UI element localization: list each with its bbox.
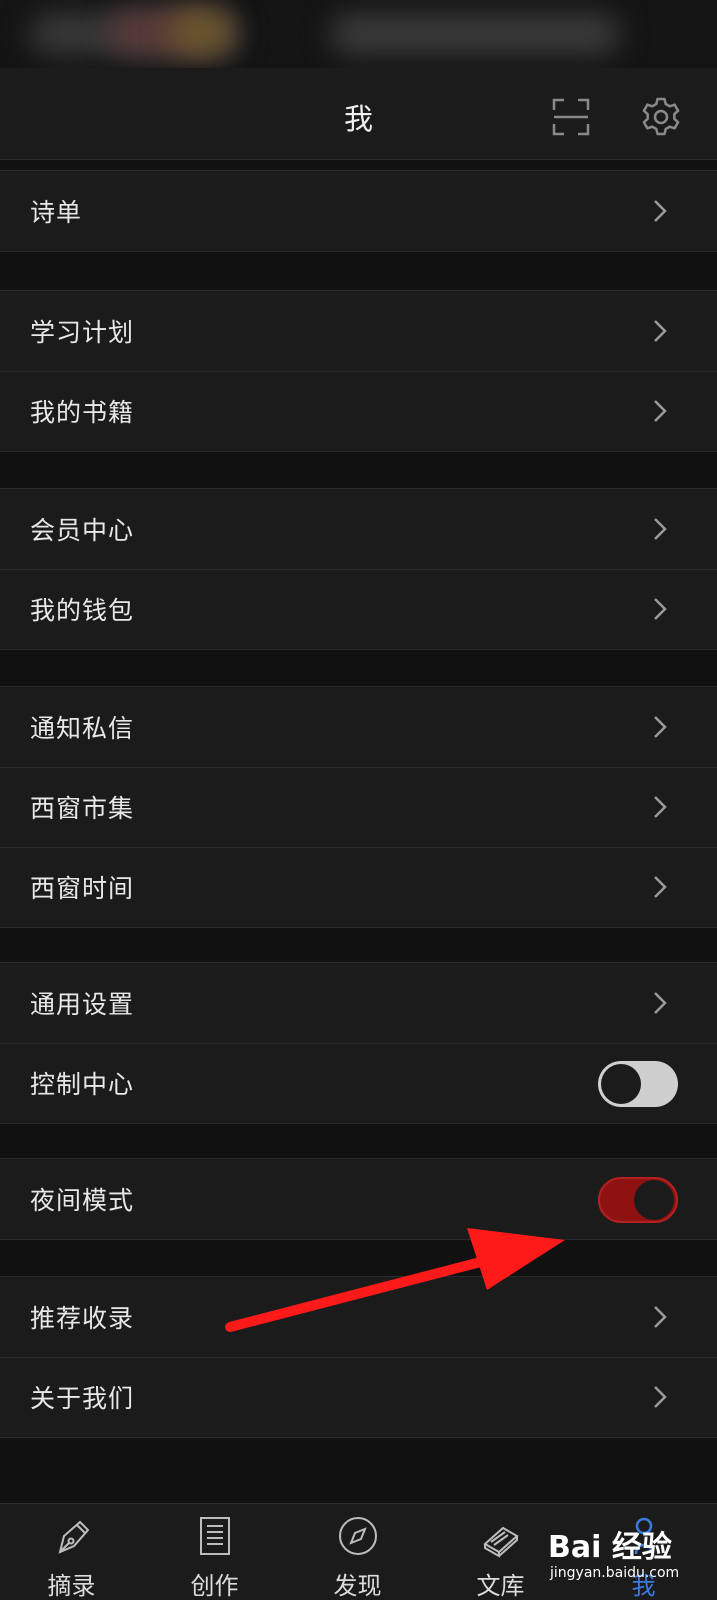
chevron-right-icon	[654, 876, 667, 898]
chevron-right-icon	[654, 200, 667, 222]
chevron-right-icon	[654, 716, 667, 738]
settings-section: 通用设置 控制中心	[0, 962, 717, 1124]
toggle-switch[interactable]	[598, 1177, 678, 1223]
pen-nib-icon	[58, 1520, 89, 1554]
list-item[interactable]: 诗单	[0, 171, 717, 251]
tab-create[interactable]: 创作	[143, 1504, 286, 1600]
toggle-knob	[601, 1064, 641, 1104]
chevron-right-icon	[654, 598, 667, 620]
list-item[interactable]: 夜间模式	[0, 1159, 717, 1239]
baidu-jingyan-watermark: Bai 经验 jingyan.baidu.com	[548, 1510, 708, 1590]
list-item-label: 西窗市集	[30, 794, 135, 823]
list-item-label: 推荐收录	[30, 1304, 135, 1333]
page-title: 我	[343, 102, 373, 136]
settings-section: 会员中心 我的钱包	[0, 488, 717, 650]
watermark-brand: Bai 经验	[548, 1530, 672, 1565]
chevron-right-icon	[654, 400, 667, 422]
chevron-right-icon	[654, 320, 667, 342]
watermark-url: jingyan.baidu.com	[550, 1565, 680, 1581]
status-bar	[0, 0, 717, 68]
list-item[interactable]: 通用设置	[0, 963, 717, 1043]
list-item-label: 夜间模式	[30, 1186, 135, 1215]
tab-discover[interactable]: 发现	[286, 1504, 429, 1600]
chevron-right-icon	[654, 1306, 667, 1328]
page-header: 我	[0, 68, 717, 160]
list-item-label: 通知私信	[30, 714, 135, 743]
toggle-knob	[634, 1180, 674, 1220]
list-item-label: 诗单	[30, 198, 83, 227]
tab-excerpt[interactable]: 摘录	[0, 1504, 143, 1600]
chevron-right-icon	[654, 992, 667, 1014]
compass-icon	[338, 1517, 377, 1555]
list-item-label: 通用设置	[30, 990, 135, 1019]
list-item[interactable]: 通知私信	[0, 687, 717, 767]
list-item[interactable]: 我的书籍	[0, 371, 717, 451]
list-item-label: 会员中心	[30, 516, 135, 545]
list-item[interactable]: 关于我们	[0, 1357, 717, 1437]
list-item-label: 我的书籍	[30, 398, 135, 427]
profile-page: 我 诗单学习计划我的书籍会员中心我的钱包通知私信西窗市集西窗时间通用设置控制中心…	[0, 0, 717, 1600]
list-item[interactable]: 西窗市集	[0, 767, 717, 847]
list-item[interactable]: 会员中心	[0, 489, 717, 569]
list-item[interactable]: 学习计划	[0, 291, 717, 371]
list-item-label: 控制中心	[30, 1070, 135, 1099]
scan-icon[interactable]	[552, 98, 590, 136]
settings-section: 通知私信西窗市集西窗时间	[0, 686, 717, 928]
chevron-right-icon	[654, 1386, 667, 1408]
list-item[interactable]: 控制中心	[0, 1043, 717, 1123]
gear-icon[interactable]	[640, 96, 682, 138]
list-item-label: 学习计划	[30, 318, 135, 347]
settings-section: 夜间模式	[0, 1158, 717, 1240]
settings-section: 学习计划 我的书籍	[0, 290, 717, 452]
chevron-right-icon	[654, 796, 667, 818]
chevron-right-icon	[654, 518, 667, 540]
list-item[interactable]: 我的钱包	[0, 569, 717, 649]
settings-section: 诗单	[0, 170, 717, 252]
list-item[interactable]: 西窗时间	[0, 847, 717, 927]
document-icon	[199, 1517, 230, 1555]
books-icon	[482, 1526, 519, 1558]
list-item-label: 西窗时间	[30, 874, 135, 903]
list-item-label: 我的钱包	[30, 596, 135, 625]
list-item[interactable]: 推荐收录	[0, 1277, 717, 1357]
list-item-label: 关于我们	[30, 1384, 135, 1413]
toggle-switch[interactable]	[598, 1061, 678, 1107]
settings-section: 推荐收录 关于我们	[0, 1276, 717, 1438]
